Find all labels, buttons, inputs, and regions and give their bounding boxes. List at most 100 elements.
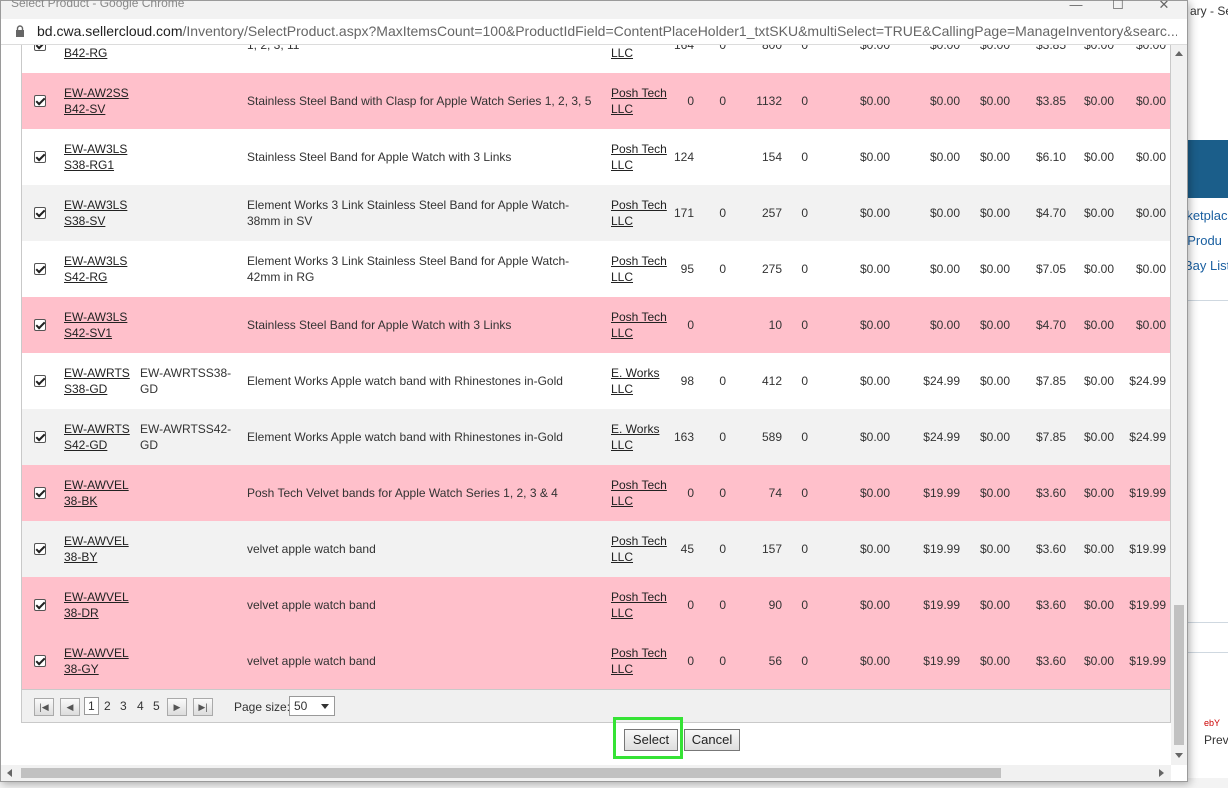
row-checkbox[interactable] <box>34 543 46 555</box>
table-row[interactable]: EW-AW2SSB42-RG 1, 2, 3, 11 Posh Tech LLC 16… <box>22 45 1170 73</box>
lock-icon <box>16 25 24 37</box>
company-link[interactable]: Posh Tech LLC <box>611 185 669 241</box>
row-checkbox[interactable] <box>34 151 46 163</box>
price-cell-3: $0.00 <box>979 262 1010 276</box>
price-cell-3: $0.00 <box>979 542 1010 556</box>
qty-cell-3: 74 <box>768 486 782 500</box>
row-checkbox[interactable] <box>34 207 46 219</box>
company-link[interactable]: Posh Tech LLC <box>611 129 669 185</box>
next-page-icon[interactable]: ▶ <box>167 698 187 716</box>
price-cell-5: $0.00 <box>1083 94 1114 108</box>
url-text[interactable]: bd.cwa.sellercloud.com/Inventory/SelectP… <box>37 23 1177 39</box>
table-row[interactable]: EW-AW2SSB42-SV Stainless Steel Band with … <box>22 73 1170 129</box>
row-checkbox[interactable] <box>34 599 46 611</box>
price-cell-3: $0.00 <box>979 654 1010 668</box>
alias-cell <box>140 185 240 241</box>
company-link[interactable]: Posh Tech LLC <box>611 577 669 633</box>
company-link[interactable]: Posh Tech LLC <box>611 241 669 297</box>
row-checkbox[interactable] <box>34 375 46 387</box>
vertical-scrollbar[interactable] <box>1171 45 1187 765</box>
sku-link[interactable]: EW-AW2SSB42-SV <box>64 73 134 129</box>
row-checkbox[interactable] <box>34 431 46 443</box>
description-cell: velvet apple watch band <box>247 598 376 612</box>
company-link[interactable]: Posh Tech LLC <box>611 73 669 129</box>
description-cell: Stainless Steel Band for Apple Watch wit… <box>247 318 512 332</box>
sku-link[interactable]: EW-AW3LSS42-RG <box>64 241 134 297</box>
close-icon[interactable]: ✕ <box>1149 0 1179 15</box>
sku-link[interactable]: EW-AWVEL38-DR <box>64 577 134 633</box>
table-row[interactable]: EW-AWVEL38-GY velvet apple watch band Posh… <box>22 633 1170 689</box>
page-link-2[interactable]: 2 <box>104 699 111 713</box>
table-row[interactable]: EW-AW3LSS42-RG Element Works 3 Link Stain… <box>22 241 1170 297</box>
sku-link[interactable]: EW-AWVEL38-BY <box>64 521 134 577</box>
table-row[interactable]: EW-AWVEL38-BY velvet apple watch band Posh… <box>22 521 1170 577</box>
row-checkbox[interactable] <box>34 45 46 51</box>
page-link-4[interactable]: 4 <box>137 699 144 713</box>
row-checkbox[interactable] <box>34 655 46 667</box>
table-row[interactable]: EW-AW3LSS38-RG1 Stainless Steel Band for … <box>22 129 1170 185</box>
sku-link[interactable]: EW-AW3LSS38-RG1 <box>64 129 134 185</box>
scroll-up-icon[interactable] <box>1175 51 1183 56</box>
page-link-3[interactable]: 3 <box>120 699 127 713</box>
table-row[interactable]: EW-AW3LSS38-SV Element Works 3 Link Stain… <box>22 185 1170 241</box>
alias-cell <box>140 129 240 185</box>
sku-link[interactable]: EW-AWVEL38-GY <box>64 633 134 689</box>
minimize-icon[interactable]: — <box>1061 0 1091 15</box>
horizontal-scroll-thumb[interactable] <box>21 768 1001 778</box>
background-prev-label[interactable]: Prev <box>1204 733 1228 747</box>
table-row[interactable]: EW-AWRTSS38-GD EW-AWRTSS38-GD Element Work… <box>22 353 1170 409</box>
qty-cell-4: 0 <box>801 430 808 444</box>
description-cell: Element Works 3 Link Stainless Steel Ban… <box>247 198 570 228</box>
company-link[interactable]: Posh Tech LLC <box>611 465 669 521</box>
price-cell-6: $19.99 <box>1129 598 1166 612</box>
background-link-ebay-list[interactable]: Bay List <box>1184 258 1228 273</box>
sku-link[interactable]: EW-AWVEL38-BK <box>64 465 134 521</box>
sku-link[interactable]: EW-AW3LSS38-SV <box>64 185 134 241</box>
table-row[interactable]: EW-AW3LSS42-SV1 Stainless Steel Band for … <box>22 297 1170 353</box>
select-button[interactable]: Select <box>624 729 678 751</box>
price-cell-1: $0.00 <box>859 486 890 500</box>
price-cell-2: $19.99 <box>923 486 960 500</box>
company-link[interactable]: Posh Tech LLC <box>611 45 669 73</box>
sku-link[interactable]: EW-AWRTSS42-GD <box>64 409 134 465</box>
row-checkbox[interactable] <box>34 487 46 499</box>
address-bar[interactable]: bd.cwa.sellercloud.com/Inventory/SelectP… <box>1 19 1187 45</box>
last-page-icon[interactable]: ▶| <box>193 698 213 716</box>
qty-cell-3: 800 <box>761 45 782 52</box>
background-link-marketplace[interactable]: rketplac <box>1182 208 1228 223</box>
qty-cell-1: 0 <box>687 654 694 668</box>
table-row[interactable]: EW-AWRTSS42-GD EW-AWRTSS42-GD Element Work… <box>22 409 1170 465</box>
background-divider <box>1188 300 1228 301</box>
sku-link[interactable]: EW-AWRTSS38-GD <box>64 353 134 409</box>
scroll-left-icon[interactable] <box>7 769 12 777</box>
cancel-button[interactable]: Cancel <box>684 729 740 751</box>
company-link[interactable]: Posh Tech LLC <box>611 633 669 689</box>
first-page-icon[interactable]: |◀ <box>34 698 54 716</box>
page-link-1[interactable]: 1 <box>84 697 99 715</box>
maximize-icon[interactable]: ☐ <box>1103 0 1133 15</box>
scroll-down-icon[interactable] <box>1175 753 1183 758</box>
qty-cell-2: 0 <box>719 542 726 556</box>
company-link[interactable]: Posh Tech LLC <box>611 297 669 353</box>
prev-page-icon[interactable]: ◀ <box>60 698 80 716</box>
scroll-right-icon[interactable] <box>1159 769 1164 777</box>
page-link-5[interactable]: 5 <box>153 699 160 713</box>
row-checkbox[interactable] <box>34 263 46 275</box>
page-size-select[interactable]: 50 <box>289 696 335 716</box>
company-link[interactable]: E. Works LLC <box>611 409 669 465</box>
sku-link[interactable]: EW-AW3LSS42-SV1 <box>64 297 134 353</box>
table-row[interactable]: EW-AWVEL38-BK Posh Tech Velvet bands for … <box>22 465 1170 521</box>
sku-link[interactable]: EW-AW2SSB42-RG <box>64 45 134 73</box>
horizontal-scrollbar[interactable] <box>1 765 1171 781</box>
company-link[interactable]: Posh Tech LLC <box>611 521 669 577</box>
qty-cell-4: 0 <box>801 598 808 612</box>
vertical-scroll-thumb[interactable] <box>1174 605 1184 745</box>
price-cell-4: $4.70 <box>1035 206 1066 220</box>
row-checkbox[interactable] <box>34 319 46 331</box>
table-row[interactable]: EW-AWVEL38-DR velvet apple watch band Posh… <box>22 577 1170 633</box>
company-link[interactable]: E. Works LLC <box>611 353 669 409</box>
price-cell-5: $0.00 <box>1083 486 1114 500</box>
row-checkbox[interactable] <box>34 95 46 107</box>
price-cell-2: $0.00 <box>929 45 960 52</box>
price-cell-2: $0.00 <box>929 150 960 164</box>
